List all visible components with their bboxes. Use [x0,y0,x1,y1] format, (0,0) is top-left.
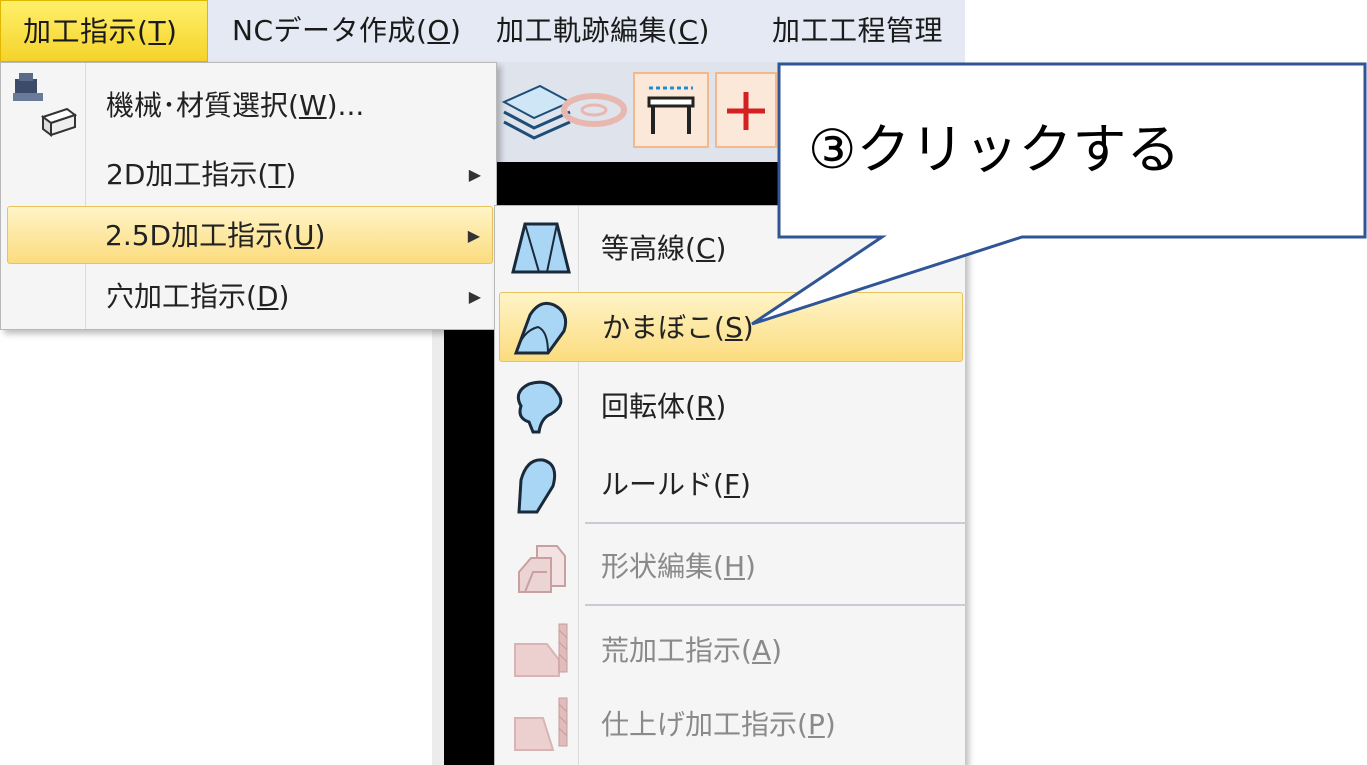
shape-edit-icon [518,545,566,593]
submenu-arrow-icon: ▶ [468,287,481,306]
ruled-surface-icon [517,458,557,514]
screen: 加工指示(T) NCデータ作成(O) 加工軌跡編集(C) 加工工程管理 機械･材… [0,0,1367,765]
plus-icon [727,92,765,130]
finish-machining-icon [514,697,568,751]
menu-item-machine-material[interactable]: 機械･材質選択(W)... [7,77,493,135]
submenu-item-contour[interactable]: 等高線(C) [499,214,963,284]
menu-process-management[interactable]: 加工工程管理 [772,0,943,62]
kamaboko-icon [513,301,568,355]
submenu-item-revolution[interactable]: 回転体(R) [499,372,963,442]
submenu-item-shape-edit[interactable]: 形状編集(H) [499,532,963,602]
submenu-arrow-icon: ▶ [468,165,481,184]
submenu-item-kamaboko[interactable]: かまぼこ(S) [499,292,963,362]
menu-nc-data-creation[interactable]: NCデータ作成(O) [232,0,461,62]
submenu-arrow-icon: ▶ [467,226,480,245]
menu-bar: 加工指示(T) NCデータ作成(O) 加工軌跡編集(C) 加工工程管理 [0,0,965,62]
revolution-icon [516,380,563,434]
menu-item-2d-machining[interactable]: 2D加工指示(T) ▶ [7,146,493,204]
dimension-icon [647,86,695,134]
toolbar-ring-button[interactable] [556,72,632,148]
submenu-separator [585,604,966,606]
menu-machining-instructions[interactable]: 加工指示(T) [0,0,208,62]
menu-item-hole-machining[interactable]: 穴加工指示(D) ▶ [7,268,493,326]
menu-toolpath-edit[interactable]: 加工軌跡編集(C) [496,0,710,62]
toolbar-dimension-button[interactable] [633,72,709,148]
2-5d-machining-submenu: 等高線(C) かまぼこ(S) 回転体(R) ルールド(F) 形状編集(H) 荒加… [494,205,966,765]
toolbar-add-button[interactable] [715,72,777,148]
submenu-item-ruled[interactable]: ルールド(F) [499,450,963,520]
rough-machining-icon [514,623,568,677]
menu-item-2-5d-machining[interactable]: 2.5D加工指示(U) ▶ [7,206,493,264]
callout-text: ③クリックする [808,118,1181,181]
submenu-item-rough-machining[interactable]: 荒加工指示(A) [499,616,963,686]
submenu-separator [585,522,966,524]
contour-icon [511,222,571,274]
machining-instructions-menu: 機械･材質選択(W)... 2D加工指示(T) ▶ 2.5D加工指示(U) ▶ … [0,62,497,330]
submenu-item-finish-machining[interactable]: 仕上げ加工指示(P) [499,690,963,760]
ring-icon [561,93,627,127]
